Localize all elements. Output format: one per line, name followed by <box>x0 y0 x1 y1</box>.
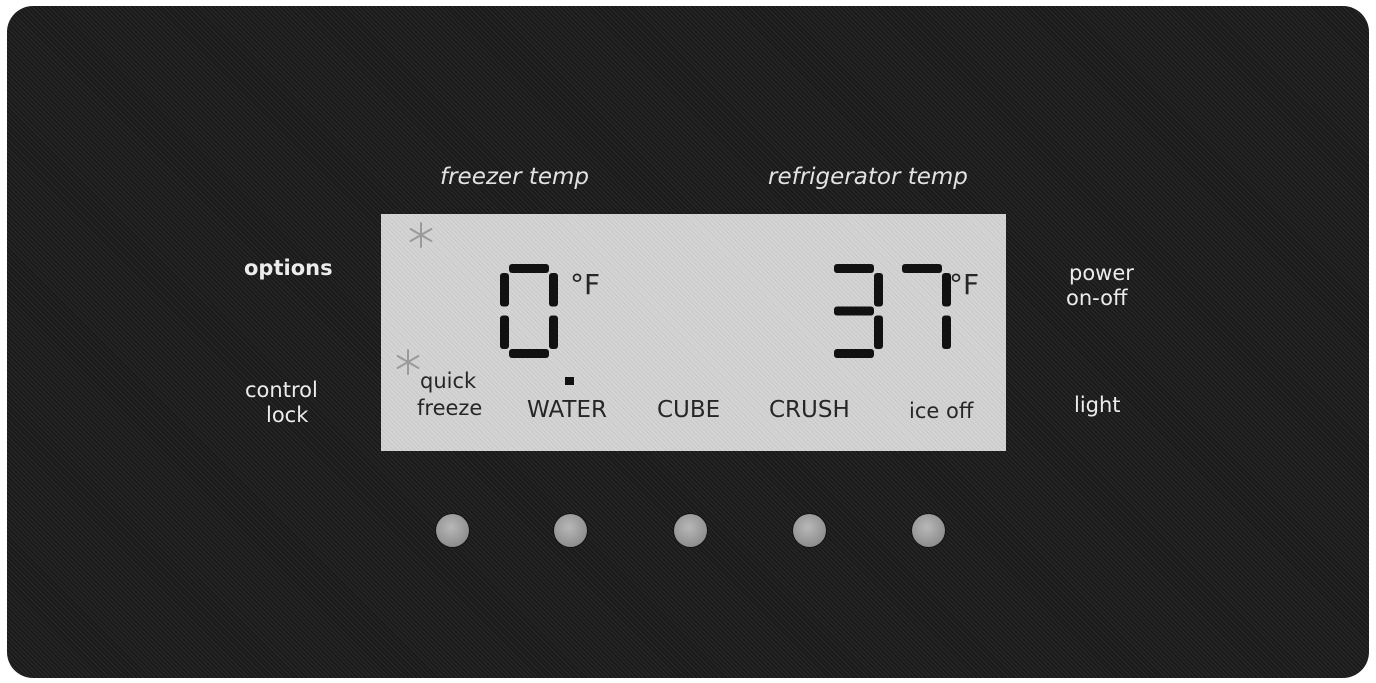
options-label[interactable]: options <box>244 256 333 281</box>
control-label: control <box>245 378 318 402</box>
digit-segment-a <box>902 264 942 273</box>
digit-segment-d <box>509 349 549 358</box>
digit-segment-a <box>509 264 549 273</box>
digit-segment-b <box>549 273 558 307</box>
refrigerator-unit: °F <box>949 268 980 301</box>
digit-segment-f <box>500 273 509 307</box>
digit-segment-a <box>834 264 874 273</box>
quick-label: quick <box>420 369 477 393</box>
power-label: power <box>1069 261 1134 285</box>
crush-button[interactable] <box>793 514 826 547</box>
freezer-temp-display <box>500 264 558 358</box>
lock-label: lock <box>266 403 309 427</box>
digit-segment-g <box>834 306 874 316</box>
on-off-label: on-off <box>1066 286 1128 310</box>
water-button[interactable] <box>554 514 587 547</box>
selected-mode-indicator <box>565 377 574 385</box>
light-label[interactable]: light <box>1074 393 1121 418</box>
snowflake-icon <box>409 222 433 248</box>
digit-segment-c <box>874 315 883 349</box>
digit-segment-c <box>942 315 951 349</box>
quick-freeze-button[interactable] <box>436 514 469 547</box>
digit-segment-c <box>549 315 558 349</box>
refrigerator-temp-heading: refrigerator temp <box>768 164 968 190</box>
snowflake-icon <box>396 349 420 375</box>
freezer-unit: °F <box>570 268 601 301</box>
freeze-label: freeze <box>417 396 483 420</box>
cube-button[interactable] <box>674 514 707 547</box>
refrigerator-temp-display <box>834 264 951 358</box>
freezer-temp-heading: freezer temp <box>440 164 590 190</box>
mode-crush: CRUSH <box>769 397 850 423</box>
mode-water: WATER <box>527 397 607 423</box>
mode-cube: CUBE <box>657 397 721 423</box>
ice-off-button[interactable] <box>912 514 945 547</box>
digit-segment-e <box>500 315 509 349</box>
digit-segment-d <box>834 349 874 358</box>
ice-off-label: ice off <box>909 399 974 423</box>
digit-segment-b <box>874 273 883 307</box>
